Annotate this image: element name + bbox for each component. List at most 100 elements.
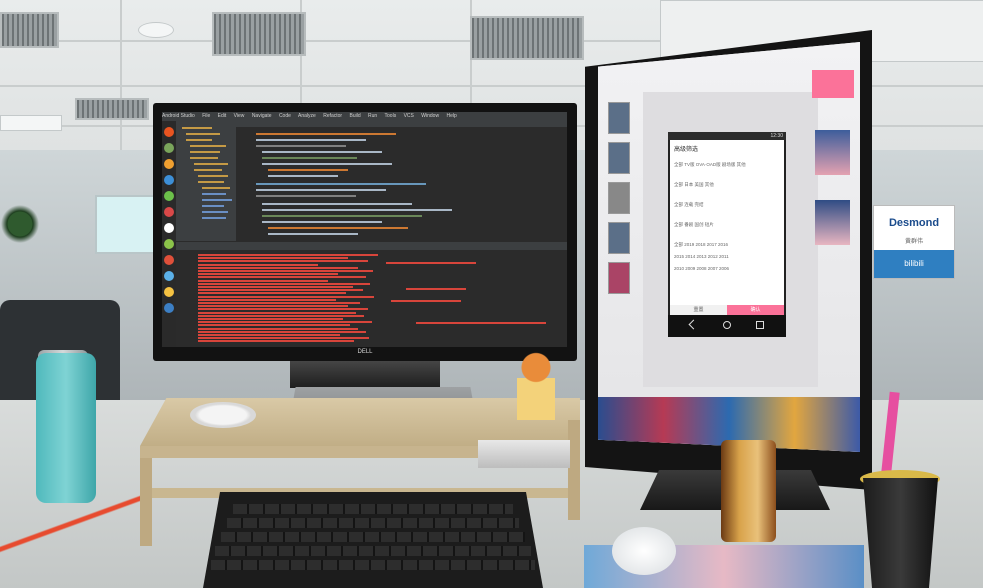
slide-thumbnails[interactable] bbox=[608, 102, 632, 322]
riser-leg bbox=[568, 420, 580, 520]
log-line bbox=[386, 262, 476, 264]
filter-row[interactable]: 2010 2009 2008 2007 2006 bbox=[674, 266, 729, 271]
launcher-icon[interactable] bbox=[164, 175, 174, 185]
menu-item[interactable]: Run bbox=[368, 113, 377, 119]
menu-item[interactable]: Refactor bbox=[323, 113, 342, 119]
filter-row[interactable]: 全部 番剧 国创 短片 bbox=[674, 222, 714, 228]
phone-nav-bar bbox=[668, 315, 786, 337]
filter-row[interactable]: 全部 TV版 OVA·OAD版 剧场版 其他 bbox=[674, 162, 746, 168]
log-line bbox=[198, 257, 348, 260]
app-header-strip bbox=[812, 70, 854, 98]
log-line bbox=[198, 286, 353, 288]
log-line bbox=[198, 337, 369, 340]
menu-item[interactable]: File bbox=[202, 113, 210, 119]
menu-item[interactable]: Window bbox=[421, 113, 439, 119]
launcher-icon[interactable] bbox=[164, 143, 174, 153]
confirm-button[interactable]: 确认 bbox=[727, 305, 784, 315]
slide-thumbnail[interactable] bbox=[608, 262, 630, 294]
name-card-subname: 黄群伟 bbox=[904, 239, 923, 245]
riser-leg bbox=[140, 458, 152, 546]
cup bbox=[863, 478, 938, 588]
dell-logo: DELL bbox=[357, 349, 373, 355]
phone-title: 高级筛选 bbox=[674, 147, 699, 153]
home-icon[interactable] bbox=[723, 321, 731, 329]
log-line bbox=[198, 266, 358, 269]
launcher-icon[interactable] bbox=[164, 127, 174, 137]
log-line bbox=[198, 270, 373, 272]
menu-item[interactable]: Tools bbox=[385, 113, 397, 119]
filter-row[interactable]: 2015 2014 2013 2012 2011 bbox=[674, 254, 729, 259]
cables bbox=[0, 470, 140, 588]
ceiling-vent bbox=[75, 98, 149, 120]
launcher-icon[interactable] bbox=[164, 207, 174, 217]
log-line bbox=[198, 324, 350, 327]
log-line bbox=[198, 295, 374, 298]
name-card-logo: bilibili bbox=[874, 250, 954, 278]
logcat-header bbox=[176, 242, 567, 250]
ceiling-light bbox=[0, 115, 62, 131]
log-line bbox=[198, 308, 368, 311]
launcher-icon[interactable] bbox=[164, 223, 174, 233]
log-line bbox=[198, 330, 366, 333]
ceiling-vent bbox=[470, 16, 584, 60]
log-line bbox=[198, 254, 378, 256]
log-line bbox=[198, 334, 340, 336]
log-line bbox=[198, 305, 348, 308]
code-editor[interactable] bbox=[236, 127, 567, 242]
mouse bbox=[612, 527, 676, 575]
phone-screenshot: 12:30 高级筛选 全部 TV版 OVA·OAD版 剧场版 其他 全部 日本 … bbox=[668, 132, 786, 337]
tape-roll bbox=[190, 402, 256, 428]
slide-thumbnail[interactable] bbox=[608, 102, 630, 134]
menu-item[interactable]: View bbox=[234, 113, 245, 119]
launcher-icon[interactable] bbox=[164, 239, 174, 249]
anime-figure bbox=[517, 350, 555, 420]
name-card: Desmond 黄群伟 bilibili bbox=[873, 205, 955, 279]
presentation-screen: 12:30 高级筛选 全部 TV版 OVA·OAD版 剧场版 其他 全部 日本 … bbox=[598, 42, 860, 452]
filter-row[interactable]: 全部 2019 2018 2017 2016 bbox=[674, 242, 728, 248]
log-line bbox=[198, 289, 363, 292]
monitor-stand bbox=[290, 358, 440, 388]
launcher-icon[interactable] bbox=[164, 159, 174, 169]
log-line bbox=[198, 260, 368, 263]
log-line bbox=[198, 321, 372, 324]
reset-button[interactable]: 重置 bbox=[670, 305, 727, 315]
menu-item[interactable]: Edit bbox=[218, 113, 227, 119]
coffee-can bbox=[721, 440, 776, 542]
slide-thumbnail[interactable] bbox=[608, 142, 630, 174]
menu-item[interactable]: Navigate bbox=[252, 113, 272, 119]
plant bbox=[0, 205, 40, 243]
menu-item[interactable]: VCS bbox=[404, 113, 414, 119]
launcher-icon[interactable] bbox=[164, 191, 174, 201]
back-icon[interactable] bbox=[688, 319, 699, 330]
slide-thumbnail[interactable] bbox=[608, 182, 630, 214]
log-line bbox=[198, 298, 336, 301]
menu-item[interactable]: Android Studio bbox=[162, 113, 195, 119]
launcher-icon[interactable] bbox=[164, 271, 174, 281]
project-tree[interactable] bbox=[176, 121, 236, 241]
logcat-panel[interactable] bbox=[176, 242, 567, 347]
ceiling-vent bbox=[212, 12, 306, 56]
log-line bbox=[198, 263, 318, 266]
filter-row[interactable]: 全部 连载 完结 bbox=[674, 202, 704, 208]
launcher-icon[interactable] bbox=[164, 255, 174, 265]
log-line bbox=[198, 314, 364, 317]
log-line bbox=[198, 302, 360, 304]
name-card-name: Desmond bbox=[888, 217, 940, 229]
phone-filter-screen: 高级筛选 全部 TV版 OVA·OAD版 剧场版 其他 全部 日本 美国 其他 … bbox=[670, 140, 784, 315]
log-line bbox=[198, 279, 328, 282]
log-line bbox=[198, 292, 346, 295]
menu-item[interactable]: Build bbox=[350, 113, 361, 119]
recents-icon[interactable] bbox=[756, 321, 764, 329]
filter-row[interactable]: 全部 日本 美国 其他 bbox=[674, 182, 714, 188]
launcher-icon[interactable] bbox=[164, 303, 174, 313]
menu-item[interactable]: Analyze bbox=[298, 113, 316, 119]
notebook bbox=[478, 440, 570, 468]
log-line bbox=[198, 311, 356, 314]
menu-item[interactable]: Help bbox=[446, 113, 456, 119]
log-line bbox=[406, 288, 466, 290]
slide-thumbnail[interactable] bbox=[608, 222, 630, 254]
menu-item[interactable]: Code bbox=[279, 113, 291, 119]
launcher-icon[interactable] bbox=[164, 287, 174, 297]
log-line bbox=[391, 300, 461, 302]
log-line bbox=[198, 318, 343, 320]
